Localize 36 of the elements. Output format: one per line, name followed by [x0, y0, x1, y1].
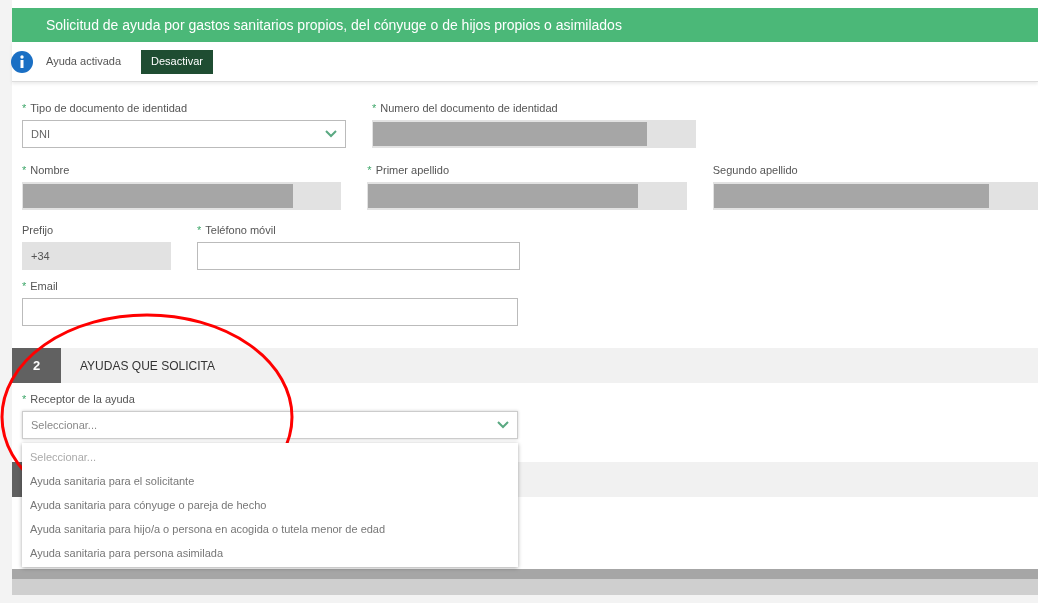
input-field[interactable] [712, 182, 1038, 210]
chevron-down-icon [497, 421, 509, 429]
required-mark: * [22, 278, 27, 294]
input-field[interactable] [367, 182, 687, 210]
required-mark: * [22, 391, 27, 407]
chevron-down-icon [325, 130, 337, 138]
field-label: Teléfono móvil [205, 222, 276, 238]
deactivate-button[interactable]: Desactivar [141, 49, 213, 74]
field-label: Numero del documento de identidad [380, 100, 558, 116]
input-field[interactable] [22, 182, 342, 210]
required-mark: * [372, 100, 377, 116]
document-type-select[interactable]: DNI [22, 120, 346, 148]
receptor-select[interactable]: Seleccionar... [22, 411, 518, 439]
section-number: 2 [12, 348, 61, 383]
email-field[interactable] [22, 298, 518, 326]
section-title: AYUDAS QUE SOLICITA [80, 357, 215, 375]
required-mark: * [367, 162, 372, 178]
dropdown-option[interactable]: Ayuda sanitaria para el solicitante [22, 469, 518, 493]
page-title: Solicitud de ayuda por gastos sanitarios propios, del cónyuge o de hijos propios o asimilados [46, 15, 622, 35]
field-label: Tipo de documento de identidad [30, 100, 188, 116]
field-label: Receptor de la ayuda [30, 391, 135, 407]
status-text: Ayuda activada [46, 54, 122, 70]
field-label: Primer apellido [375, 162, 449, 178]
mobile-phone-field[interactable] [197, 242, 520, 270]
dropdown-option[interactable]: Ayuda sanitaria para hijo/a o persona en acogida o tutela menor de edad [22, 517, 518, 541]
field-label: Email [30, 278, 58, 294]
field-label: Segundo apellido [712, 162, 798, 178]
input-field[interactable] [372, 120, 696, 148]
required-mark: * [22, 100, 27, 116]
dropdown-option[interactable]: Ayuda sanitaria para cónyuge o pareja de hecho [22, 493, 518, 517]
required-mark: * [22, 162, 27, 178]
dropdown-option[interactable]: Ayuda sanitaria para persona asimilada [22, 541, 518, 565]
field-label: Prefijo [22, 223, 55, 238]
required-mark: * [197, 222, 202, 238]
prefix-field[interactable]: +34 [22, 242, 171, 270]
field-label: Nombre [30, 162, 70, 178]
